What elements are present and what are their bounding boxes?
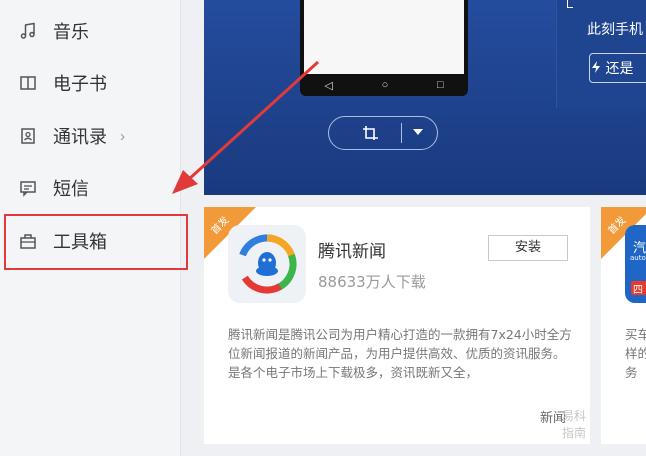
phone-preview: ◁ ○ □ [300,0,468,96]
phone-screen [304,0,464,74]
app-icon-sublabel: auto [630,254,646,262]
chevron-down-icon[interactable] [413,129,423,135]
sidebar-item-label: 短信 [53,179,89,200]
music-note-icon [18,21,38,41]
panel-text: 此刻手机 [587,22,643,38]
sidebar-item-label: 通讯录 [53,127,107,148]
phone-nav-bar: ◁ ○ □ [300,76,468,94]
toolbox-highlight-box [4,214,188,270]
app-description: 买车样的务 [625,327,646,380]
lightning-icon [592,61,600,73]
app-card-tencent-news[interactable]: 首发 腾讯新闻 88633万人下载 安装 腾讯新闻是腾讯公司为用户精心打造的一款… [204,207,590,444]
home-icon: ○ [381,79,389,91]
app-icon[interactable] [228,225,306,303]
sidebar-item-contacts[interactable]: 通讯录 › [0,116,181,156]
contacts-icon [18,126,38,146]
app-description: 腾讯新闻是腾讯公司为用户精心打造的一款拥有7x24小时全方位新闻报道的新闻产品，… [228,327,572,380]
message-icon [18,178,38,198]
sidebar-item-label: 音乐 [53,22,89,43]
screenshot-crop-icon[interactable] [359,123,381,145]
sidebar-item-sms[interactable]: 短信 [0,168,181,208]
app-name: 腾讯新闻 [318,242,386,262]
tencent-news-logo-icon [237,234,297,294]
app-icon-badge-label: 四 [633,285,643,296]
panel-bracket [567,0,573,8]
watermark: 易科指南 [562,409,587,440]
sidebar-item-ebook[interactable]: 电子书 [0,63,181,103]
sidebar-item-music[interactable]: 音乐 [0,11,181,51]
mirror-info-panel: 此刻手机 还是 [556,0,646,108]
screenshot-control[interactable] [328,116,438,150]
phone-mirror-banner: ◁ ○ □ 此刻手机 还是 [204,0,646,195]
download-count: 88633万人下载 [318,273,426,291]
chevron-right-icon: › [120,127,125,145]
panel-button-label: 还是 [591,58,633,78]
install-button[interactable]: 安装 [488,235,568,261]
sidebar: 音乐 电子书 通讯录 › 短信 工具箱 [0,0,188,456]
sidebar-item-label: 电子书 [53,74,107,95]
recent-apps-icon: □ [436,79,444,91]
app-card-partial[interactable]: 首发 汽 auto 四 买车样的务 [601,207,646,444]
book-icon [18,73,38,93]
back-icon: ◁ [324,79,333,92]
control-divider [401,123,402,143]
